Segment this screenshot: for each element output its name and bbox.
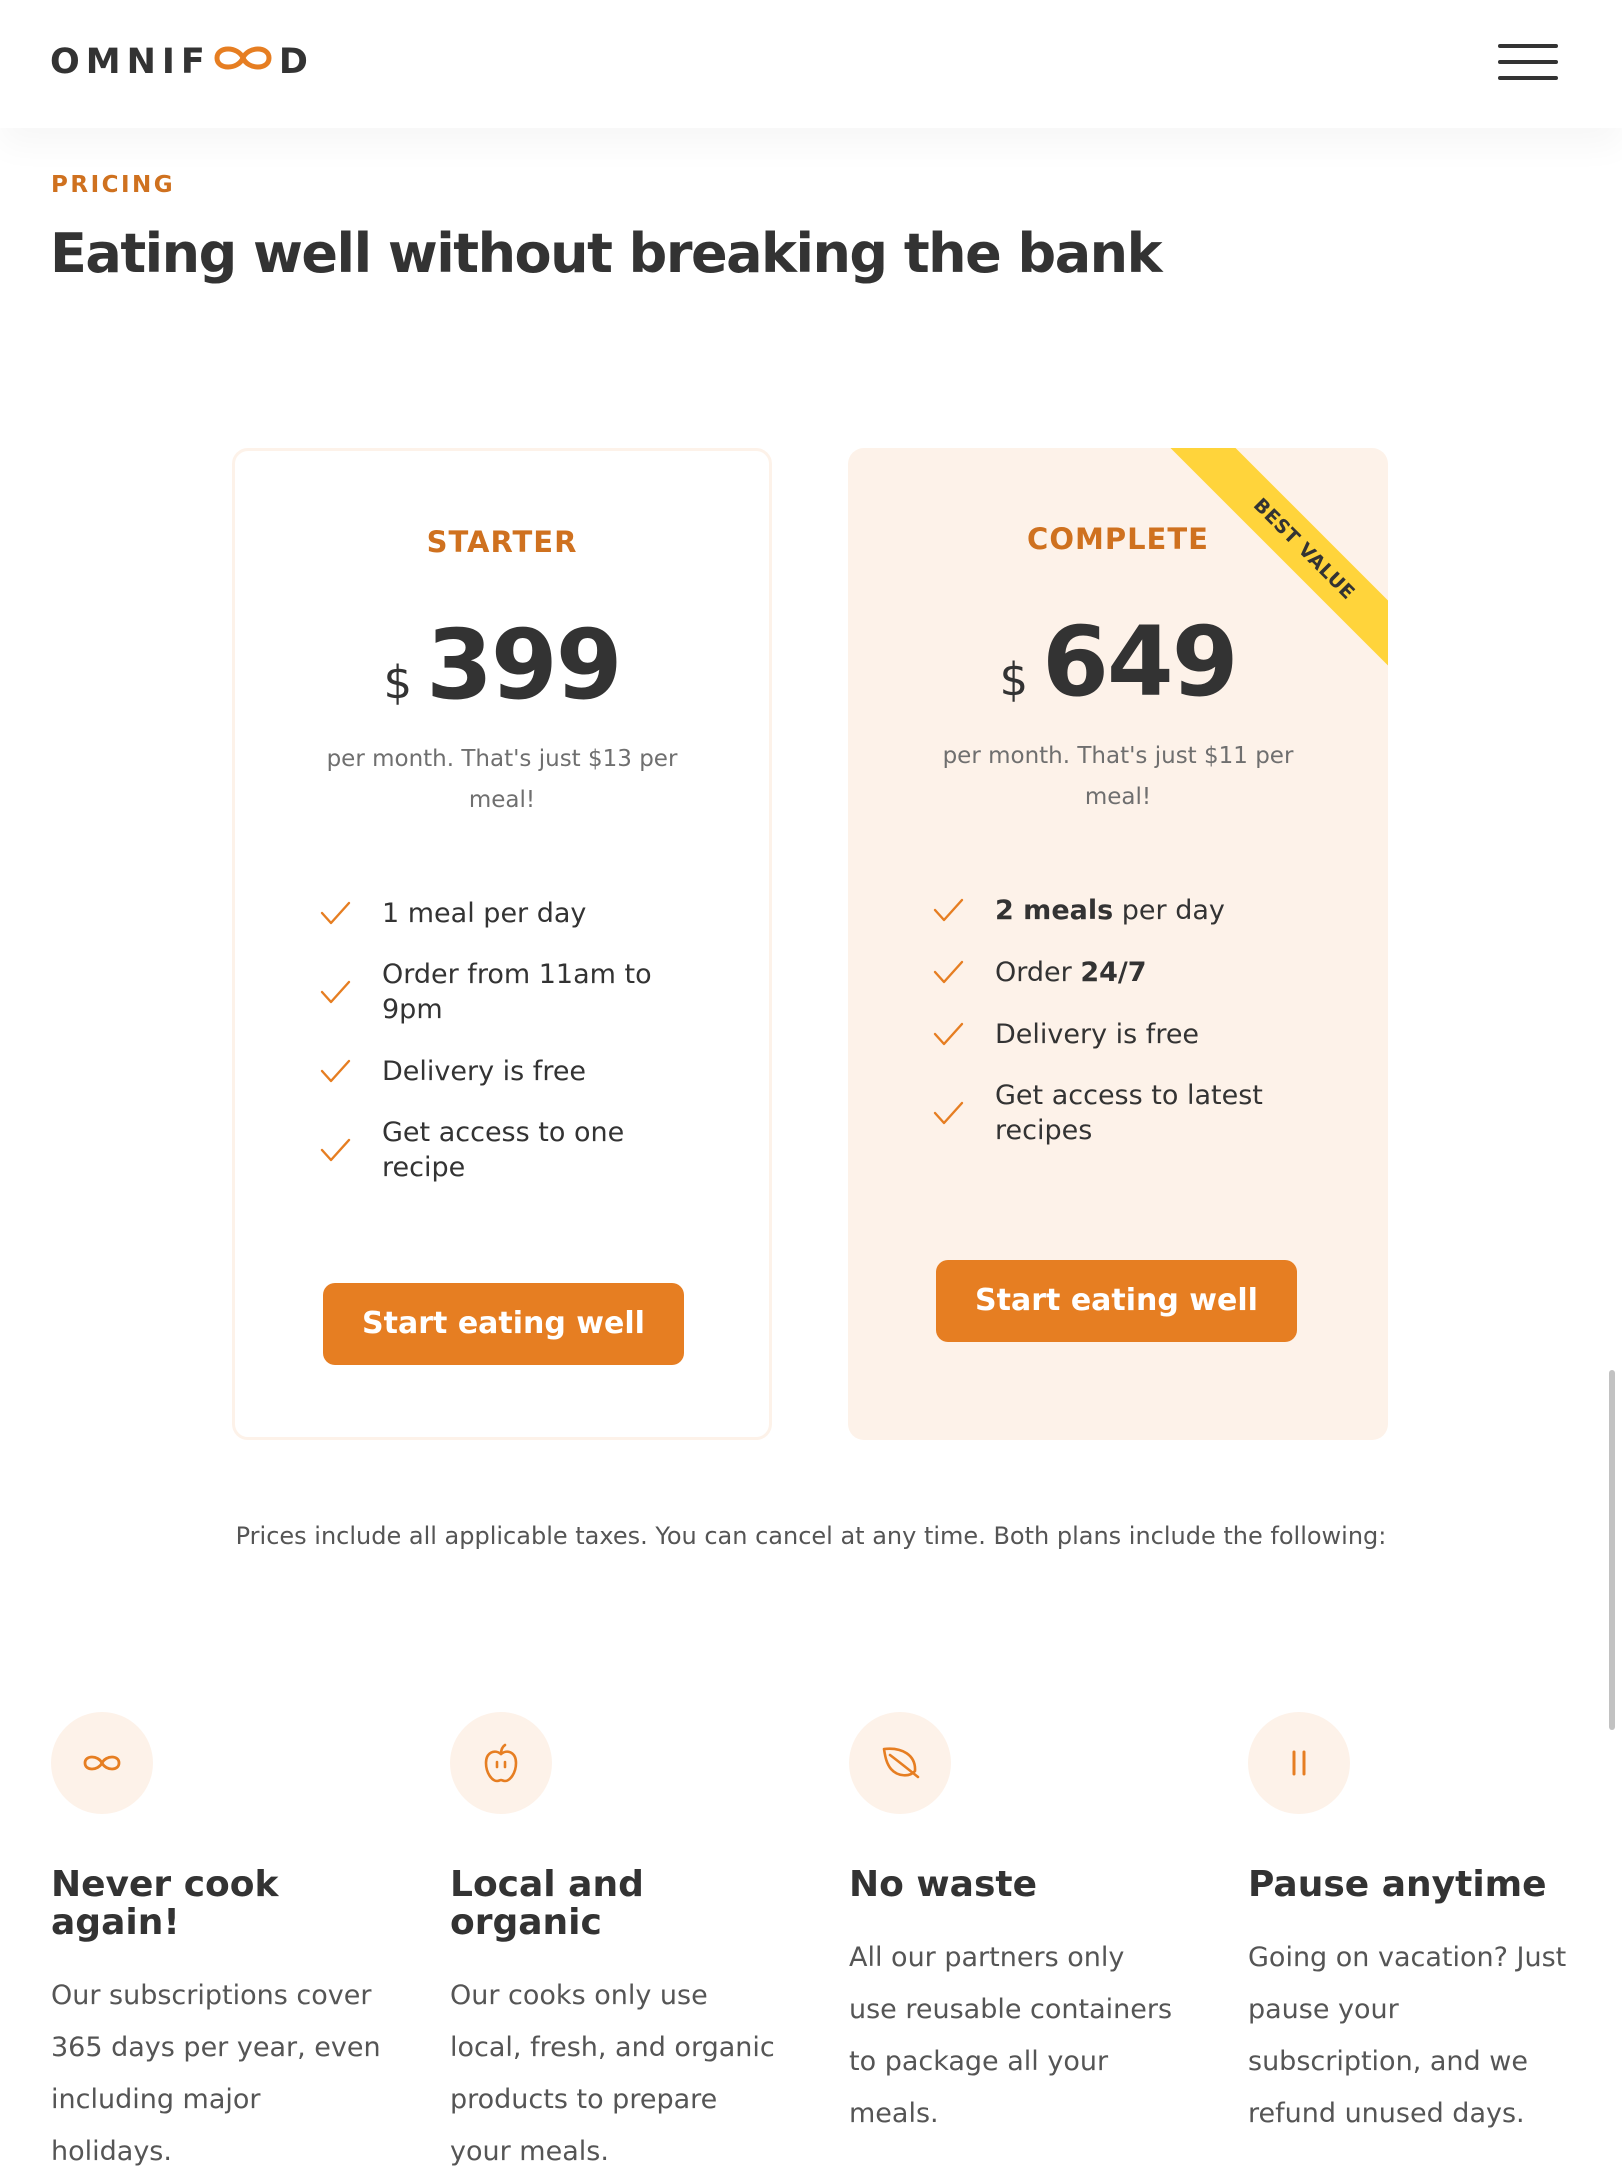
scrollbar-thumb[interactable] <box>1609 1370 1615 1730</box>
checkmark-icon <box>320 1138 351 1162</box>
feature-text: Get access to one recipe <box>382 1117 625 1183</box>
feature-description: Our cooks only use local, fresh, and org… <box>450 1980 775 2167</box>
price-currency: $ <box>383 656 413 709</box>
feature-text-bold: 24/7 <box>1080 956 1147 988</box>
list-item: Get access to one recipe <box>318 1115 678 1185</box>
list-item: Delivery is free <box>318 1053 678 1089</box>
list-item: 1 meal per day <box>318 895 678 931</box>
price-currency: $ <box>999 653 1029 706</box>
pricing-plan-starter: STARTER $399 per month. That's just $13 … <box>232 448 772 1440</box>
checkmark-icon <box>320 1059 351 1083</box>
feature-description: Going on vacation? Just pause your subsc… <box>1248 1942 1567 2129</box>
feature-text: Delivery is free <box>382 1055 587 1087</box>
plan-name: STARTER <box>426 525 578 559</box>
section-subheading: PRICING <box>51 172 176 198</box>
feature-pause-anytime: Pause anytime Going on vacation? Just pa… <box>1248 1712 1578 2140</box>
logo-text-end: D <box>278 42 314 82</box>
checkmark-icon <box>320 980 351 1004</box>
feature-text: 2 meals per day <box>995 893 1225 928</box>
site-header: OMNIF D <box>0 0 1622 128</box>
infinity-icon <box>51 1712 153 1814</box>
feature-text: Get access to latest recipes <box>995 1080 1263 1146</box>
price-amount: 399 <box>426 609 622 721</box>
hamburger-menu-icon[interactable] <box>1498 42 1558 82</box>
plan-price: $649 <box>848 606 1388 718</box>
plan-feature-list: 2 meals per day Order 24/7 Delivery is f… <box>931 892 1291 1174</box>
feature-title: No waste <box>849 1864 1037 1905</box>
price-description: per month. That's just $11 per meal! <box>942 743 1294 810</box>
list-item: Order 24/7 <box>931 954 1291 990</box>
start-eating-well-button[interactable]: Start eating well <box>323 1283 684 1365</box>
checkmark-icon <box>933 1101 964 1125</box>
list-item: 2 meals per day <box>931 892 1291 928</box>
pause-icon <box>1248 1712 1350 1814</box>
list-item: Delivery is free <box>931 1016 1291 1052</box>
feature-never-cook: Never cook again! Our subscriptions cove… <box>51 1712 381 2178</box>
apple-icon <box>450 1712 552 1814</box>
feature-title: Never cook again! <box>51 1864 279 1943</box>
feature-no-waste: No waste All our partners only use reusa… <box>849 1712 1179 2140</box>
feature-text: Delivery is free <box>995 1018 1200 1050</box>
plan-details-text: Prices include all applicable taxes. You… <box>235 1522 1387 1550</box>
feature-description: All our partners only use reusable conta… <box>849 1942 1173 2129</box>
price-description: per month. That's just $13 per meal! <box>326 746 678 813</box>
feature-description: Our subscriptions cover 365 days per yea… <box>51 1980 381 2167</box>
logo-text-start: OMNIF <box>50 42 211 82</box>
feature-text: Order from 11am to 9pm <box>382 959 652 1025</box>
section-title: Eating well without breaking the bank <box>50 222 1162 285</box>
feature-title: Local and organic <box>450 1864 644 1943</box>
start-eating-well-button[interactable]: Start eating well <box>936 1260 1297 1342</box>
list-item: Order from 11am to 9pm <box>318 957 678 1027</box>
feature-title: Pause anytime <box>1248 1864 1547 1905</box>
list-item: Get access to latest recipes <box>931 1078 1291 1148</box>
plan-name: COMPLETE <box>1027 522 1209 556</box>
logo-infinity-icon <box>212 41 274 84</box>
plan-feature-list: 1 meal per day Order from 11am to 9pm De… <box>318 895 678 1211</box>
leaf-icon <box>849 1712 951 1814</box>
feature-local-organic: Local and organic Our cooks only use loc… <box>450 1712 780 2178</box>
price-amount: 649 <box>1042 606 1238 718</box>
checkmark-icon <box>933 898 964 922</box>
feature-text-bold: 2 meals <box>995 894 1114 926</box>
pricing-plan-complete: BEST VALUE COMPLETE $649 per month. That… <box>848 448 1388 1440</box>
checkmark-icon <box>320 901 351 925</box>
feature-text: 1 meal per day <box>382 897 587 929</box>
checkmark-icon <box>933 960 964 984</box>
plan-price: $399 <box>235 609 769 721</box>
feature-text-rest: per day <box>1113 894 1225 926</box>
omnifood-logo[interactable]: OMNIF D <box>50 42 314 82</box>
feature-text: Order 24/7 <box>995 955 1147 990</box>
feature-text-rest: Order <box>995 956 1081 988</box>
checkmark-icon <box>933 1022 964 1046</box>
